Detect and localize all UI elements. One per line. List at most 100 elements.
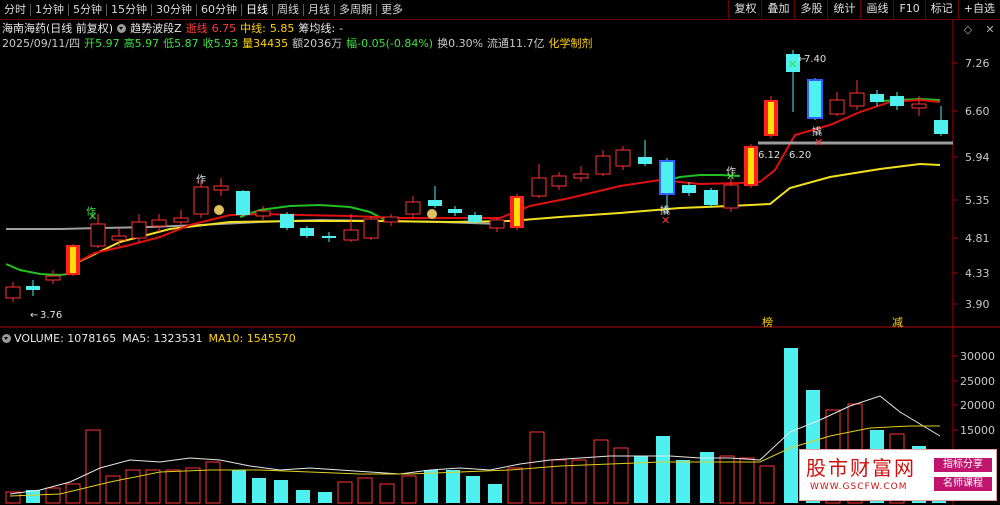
volume-ma10-value: 1545570: [246, 332, 296, 345]
volume-bar: [125, 469, 141, 504]
candle-body: [383, 216, 399, 223]
volume-ma10-label: MA10:: [208, 332, 244, 345]
candle-body: [213, 185, 229, 191]
level-a-value: 6.12: [758, 150, 780, 161]
candle-body: [300, 228, 314, 236]
candle-body: [26, 286, 40, 290]
candle-body: [322, 236, 336, 238]
price-tick: 6.60: [965, 105, 990, 118]
candle-body: [255, 210, 271, 217]
volume-bar: [85, 429, 101, 504]
volume-axis: 30000 25000 20000 15000 10000: [953, 350, 995, 461]
volume-label-text: VOLUME:: [14, 332, 64, 345]
buy-tag: 作: [196, 174, 206, 186]
volume-tick: 20000: [960, 399, 995, 412]
volume-tick: 15000: [960, 424, 995, 437]
annotations: ← 3.76 ← 7.40 6.12 6.20 作 作 作 撬 撬 榜 减 ✕ …: [30, 54, 903, 329]
volume-label: VOLUME: 1078165: [14, 332, 116, 345]
volume-bar: [205, 461, 221, 504]
volume-bar: [739, 457, 755, 504]
volume-value: 1078165: [67, 332, 117, 345]
candle-body: [638, 157, 652, 164]
candle-body: [45, 275, 61, 281]
price-tick: 4.33: [965, 267, 990, 280]
signal-bar-highlight: [514, 198, 520, 226]
money-bag-icon: [214, 205, 224, 215]
volume-bar: [488, 484, 502, 503]
volume-tick: 25000: [960, 375, 995, 388]
watermark-tag: 指标分享: [934, 458, 992, 472]
volume-ma10: MA10: 1545570: [209, 332, 296, 345]
volume-bar: [65, 483, 81, 504]
volume-bar: [571, 459, 587, 504]
candle-body: [468, 215, 482, 222]
volume-bar: [700, 452, 714, 503]
volume-bar: [784, 348, 798, 503]
watermark-url: WWW.GSCFW.COM: [810, 482, 908, 492]
volume-bar: [252, 478, 266, 503]
bottom-tag-left: 榜: [762, 315, 773, 329]
volume-ma5-value: 1323531: [153, 332, 203, 345]
candle-body: [807, 79, 823, 119]
x-marker-icon: ✕: [726, 170, 735, 183]
candle-body: [151, 219, 167, 227]
volume-bar: [357, 477, 373, 504]
candle-body: [236, 191, 250, 215]
signal-bar-highlight: [748, 148, 754, 184]
price-axis: 7.26 6.60 5.94 5.35 4.81 4.33 3.90: [953, 57, 990, 311]
x-marker-icon: ✕: [788, 58, 797, 71]
price-tick: 5.35: [965, 194, 990, 207]
volume-bar: [507, 467, 523, 504]
ma-green-line-left: [5, 263, 76, 277]
volume-bar: [165, 469, 181, 504]
candle-body: [405, 201, 421, 215]
watermark-title: 股市财富网: [806, 456, 916, 480]
x-marker-icon: ✕: [661, 214, 670, 227]
volume-bar: [466, 476, 480, 503]
high-price-value: 7.40: [804, 54, 826, 65]
candle-body: [531, 177, 547, 197]
signal-bar-highlight: [768, 102, 774, 134]
candles: [5, 50, 948, 302]
candle-body: [343, 229, 359, 241]
candle-body: [90, 223, 106, 247]
candle-body: [595, 155, 611, 175]
candle-body: [659, 160, 675, 195]
volume-bar: [274, 480, 288, 503]
x-marker-icon: ✕: [814, 136, 823, 149]
volume-bar: [656, 436, 670, 503]
candle-body: [911, 103, 927, 109]
low-price-value: 3.76: [40, 310, 62, 321]
low-price-marker: ←: [30, 310, 38, 321]
volume-bar: [759, 465, 775, 504]
volume-bar: [379, 483, 395, 504]
volume-bar: [296, 490, 310, 503]
kline-chart[interactable]: 7.26 6.60 5.94 5.35 4.81 4.33 3.90 30000…: [0, 0, 1000, 505]
volume-bar: [719, 455, 735, 504]
stock-chart-window: 分时 1分钟 5分钟 15分钟 30分钟 60分钟 日线 周线 月线 多周期 更多 复权 叠加 多股 统计…: [0, 0, 1000, 505]
candle-body: [551, 175, 567, 187]
volume-bar: [424, 470, 438, 503]
candle-body: [173, 217, 189, 223]
volume-bar: [337, 481, 353, 504]
volume-bar: [232, 470, 246, 503]
volume-toggle-icon[interactable]: [2, 334, 11, 343]
volume-bar: [676, 460, 690, 503]
site-watermark: 股市财富网 WWW.GSCFW.COM 指标分享 名师课程: [799, 449, 997, 501]
candle-body: [363, 218, 379, 239]
candle-body: [428, 200, 442, 206]
volume-bar: [593, 439, 609, 504]
volume-bar: [45, 487, 61, 504]
candle-body: [704, 190, 718, 205]
volume-ma5: MA5: 1323531: [122, 332, 202, 345]
price-tick: 4.81: [965, 232, 990, 245]
candle-body: [489, 219, 505, 229]
price-tick: 7.26: [965, 57, 990, 70]
candle-body: [573, 173, 589, 179]
money-bag-icon: [427, 209, 437, 219]
candle-body: [131, 221, 147, 239]
x-marker-icon: ✕: [88, 210, 97, 223]
volume-bar: [185, 467, 201, 504]
price-tick: 5.94: [965, 151, 990, 164]
volume-legend: VOLUME: 1078165 MA5: 1323531 MA10: 15455…: [2, 332, 302, 345]
